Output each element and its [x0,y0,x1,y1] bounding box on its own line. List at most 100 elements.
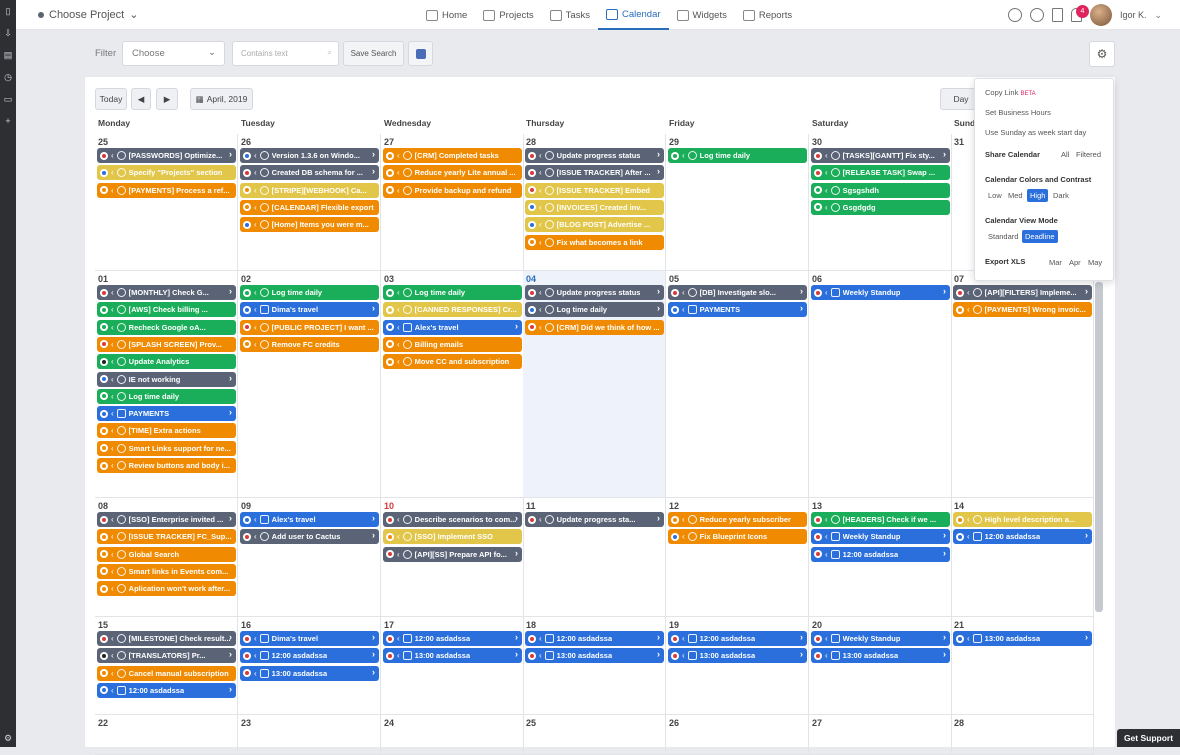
calendar-event[interactable]: ‹Gsgdgdg [811,200,950,215]
calendar-event[interactable]: ‹13:00 asdadssa› [953,631,1092,646]
calendar-event[interactable]: ‹Remove FC credits [240,337,379,352]
day-cell[interactable]: 12‹Reduce yearly subscriber‹Fix Blueprin… [666,498,809,617]
nav-projects[interactable]: Projects [475,0,541,30]
day-cell[interactable]: 06‹Weekly Standup› [809,271,952,498]
today-button[interactable]: Today [95,88,127,110]
view-mode-deadline[interactable]: Deadline [1022,230,1058,243]
bookmark-icon[interactable] [1052,8,1063,22]
calendar-event[interactable]: ‹[CANNED RESPONSES] Cr... [383,302,522,317]
bookmark-icon[interactable]: ▯ [3,6,13,16]
day-cell[interactable]: 10‹Describe scenarios to com...›‹[SSO] I… [381,498,524,617]
sunday-start-item[interactable]: Use Sunday as week start day [985,128,1086,137]
calendar-event[interactable]: ‹[PASSWORDS] Optimize...› [97,148,236,163]
calendar-event[interactable]: ‹[PAYMENTS] Wrong invoic... [953,302,1092,317]
day-cell[interactable]: 05‹[DB] Investigate slo...›‹PAYMENTS› [666,271,809,498]
calendar-settings-button[interactable]: ⚙ [1089,41,1115,67]
document-icon[interactable]: ▤ [3,50,13,60]
calendar-event[interactable]: ‹Weekly Standup› [811,529,950,544]
calendar-event[interactable]: ‹Recheck Google oA... [97,320,236,335]
calendar-event[interactable]: ‹12:00 asdadssa› [668,631,807,646]
calendar-event[interactable]: ‹[TASKS][GANTT] Fix sty...› [811,148,950,163]
calendar-event[interactable]: ‹13:00 asdadssa› [240,666,379,681]
settings-icon[interactable]: ⚙ [3,733,13,743]
contrast-high[interactable]: High [1027,189,1048,202]
day-cell[interactable]: 18‹12:00 asdadssa›‹13:00 asdadssa› [523,617,666,715]
calendar-event[interactable]: ‹Version 1.3.6 on Windo...› [240,148,379,163]
calendar-event[interactable]: ‹Alex's travel› [383,320,522,335]
day-cell[interactable]: 03‹Log time daily‹[CANNED RESPONSES] Cr.… [381,271,524,498]
calendar-event[interactable]: ‹Update progress sta...› [525,512,664,527]
calendar-event[interactable]: ‹[BLOG POST] Advertise ... [525,217,664,232]
search-icon[interactable] [1008,8,1022,22]
calendar-event[interactable]: ‹13:00 asdadssa› [668,648,807,663]
calendar-event[interactable]: ‹Dima's travel› [240,302,379,317]
calendar-event[interactable]: ‹[MONTHLY] Check G...› [97,285,236,300]
calendar-event[interactable]: ‹[TIME] Extra actions [97,423,236,438]
calendar-event[interactable]: ‹Log time daily [240,285,379,300]
calendar-event[interactable]: ‹[SPLASH SCREEN] Prov... [97,337,236,352]
nav-reports[interactable]: Reports [735,0,800,30]
calendar-event[interactable]: ‹Fix Blueprint Icons [668,529,807,544]
filter-search-input[interactable]: Contains text⌕ [232,41,339,66]
calendar-event[interactable]: ‹Sgsgshdh [811,183,950,198]
calendar-event[interactable]: ‹Aplication won't work after... [97,581,236,596]
day-cell[interactable]: 26‹Version 1.3.6 on Windo...›‹Created DB… [238,134,381,271]
day-cell[interactable]: 29‹Log time daily [666,134,809,271]
calendar-event[interactable]: ‹Update progress status› [525,148,664,163]
day-cell[interactable]: 01‹[MONTHLY] Check G...›‹[AWS] Check bil… [95,271,238,498]
day-cell[interactable]: 20‹Weekly Standup›‹13:00 asdadssa› [809,617,952,715]
view-mode-standard[interactable]: Standard [985,230,1021,243]
day-cell[interactable]: 15‹[MILESTONE] Check result...›‹[TRANSLA… [95,617,238,715]
calendar-event[interactable]: ‹[Home] Items you were m... [240,217,379,232]
export-apr[interactable]: Apr [1069,258,1081,267]
calendar-event[interactable]: ‹Fix what becomes a link [525,235,664,250]
day-cell[interactable]: 27‹[CRM] Completed tasks‹Reduce yearly L… [381,134,524,271]
calendar-event[interactable]: ‹[MILESTONE] Check result...› [97,631,236,646]
get-support-button[interactable]: Get Support [1117,729,1180,747]
calendar-event[interactable]: ‹13:00 asdadssa› [525,648,664,663]
share-filtered-option[interactable]: Filtered [1076,150,1101,159]
nav-calendar[interactable]: Calendar [598,0,669,30]
calendar-event[interactable]: ‹[RELEASE TASK] Swap ... [811,165,950,180]
calendar-event[interactable]: ‹13:00 asdadssa› [383,648,522,663]
day-cell[interactable]: 25 [523,715,666,755]
day-cell[interactable]: 26 [666,715,809,755]
day-cell[interactable]: 08‹[SSO] Enterprise invited ...›‹[ISSUE … [95,498,238,617]
day-cell[interactable]: 27 [809,715,952,755]
calendar-event[interactable]: ‹IE not working› [97,372,236,387]
calendar-event[interactable]: ‹Update progress status› [525,285,664,300]
calendar-event[interactable]: ‹12:00 asdadssa› [525,631,664,646]
prev-month-button[interactable]: ◀ [131,88,151,110]
calendar-event[interactable]: ‹Smart Links support for ne... [97,441,236,456]
calendar-event[interactable]: ‹[CRM] Completed tasks [383,148,522,163]
calendar-event[interactable]: ‹Reduce yearly subscriber [668,512,807,527]
clock-icon[interactable]: ◷ [3,72,13,82]
calendar-event[interactable]: ‹12:00 asdadssa› [811,547,950,562]
day-cell[interactable]: 28 [951,715,1094,755]
calendar-event[interactable]: ‹[ISSUE TRACKER] After ...› [525,165,664,180]
business-hours-item[interactable]: Set Business Hours [985,108,1051,117]
calendar-event[interactable]: ‹Dima's travel› [240,631,379,646]
day-cell[interactable]: 22 [95,715,238,755]
day-cell[interactable]: 13‹[HEADERS] Check if we ...‹Weekly Stan… [809,498,952,617]
calendar-event[interactable]: ‹PAYMENTS› [97,406,236,421]
calendar-event[interactable]: ‹Add user to Cactus› [240,529,379,544]
plus-icon[interactable]: + [3,116,13,126]
day-cell[interactable]: 16‹Dima's travel›‹12:00 asdadssa›‹13:00 … [238,617,381,715]
day-cell[interactable]: 25‹[PASSWORDS] Optimize...›‹Specify "Pro… [95,134,238,271]
nav-tasks[interactable]: Tasks [542,0,598,30]
day-cell[interactable]: 14‹High level description a...‹12:00 asd… [951,498,1094,617]
calendar-event[interactable]: ‹[CRM] Did we think of how ... [525,320,664,335]
day-cell[interactable]: 02‹Log time daily‹Dima's travel›‹[PUBLIC… [238,271,381,498]
calendar-event[interactable]: ‹PAYMENTS› [668,302,807,317]
day-cell[interactable]: 28‹Update progress status›‹[ISSUE TRACKE… [523,134,666,271]
calendar-event[interactable]: ‹[SSO] Enterprise invited ...› [97,512,236,527]
calendar-event[interactable]: ‹12:00 asdadssa› [383,631,522,646]
saved-searches-button[interactable] [408,41,433,66]
download-icon[interactable]: ⇩ [3,28,13,38]
day-cell[interactable]: 19‹12:00 asdadssa›‹13:00 asdadssa› [666,617,809,715]
calendar-event[interactable]: ‹12:00 asdadssa› [240,648,379,663]
window-icon[interactable]: ▭ [3,94,13,104]
calendar-event[interactable]: ‹[DB] Investigate slo...› [668,285,807,300]
calendar-event[interactable]: ‹[PUBLIC PROJECT] I want ... [240,320,379,335]
